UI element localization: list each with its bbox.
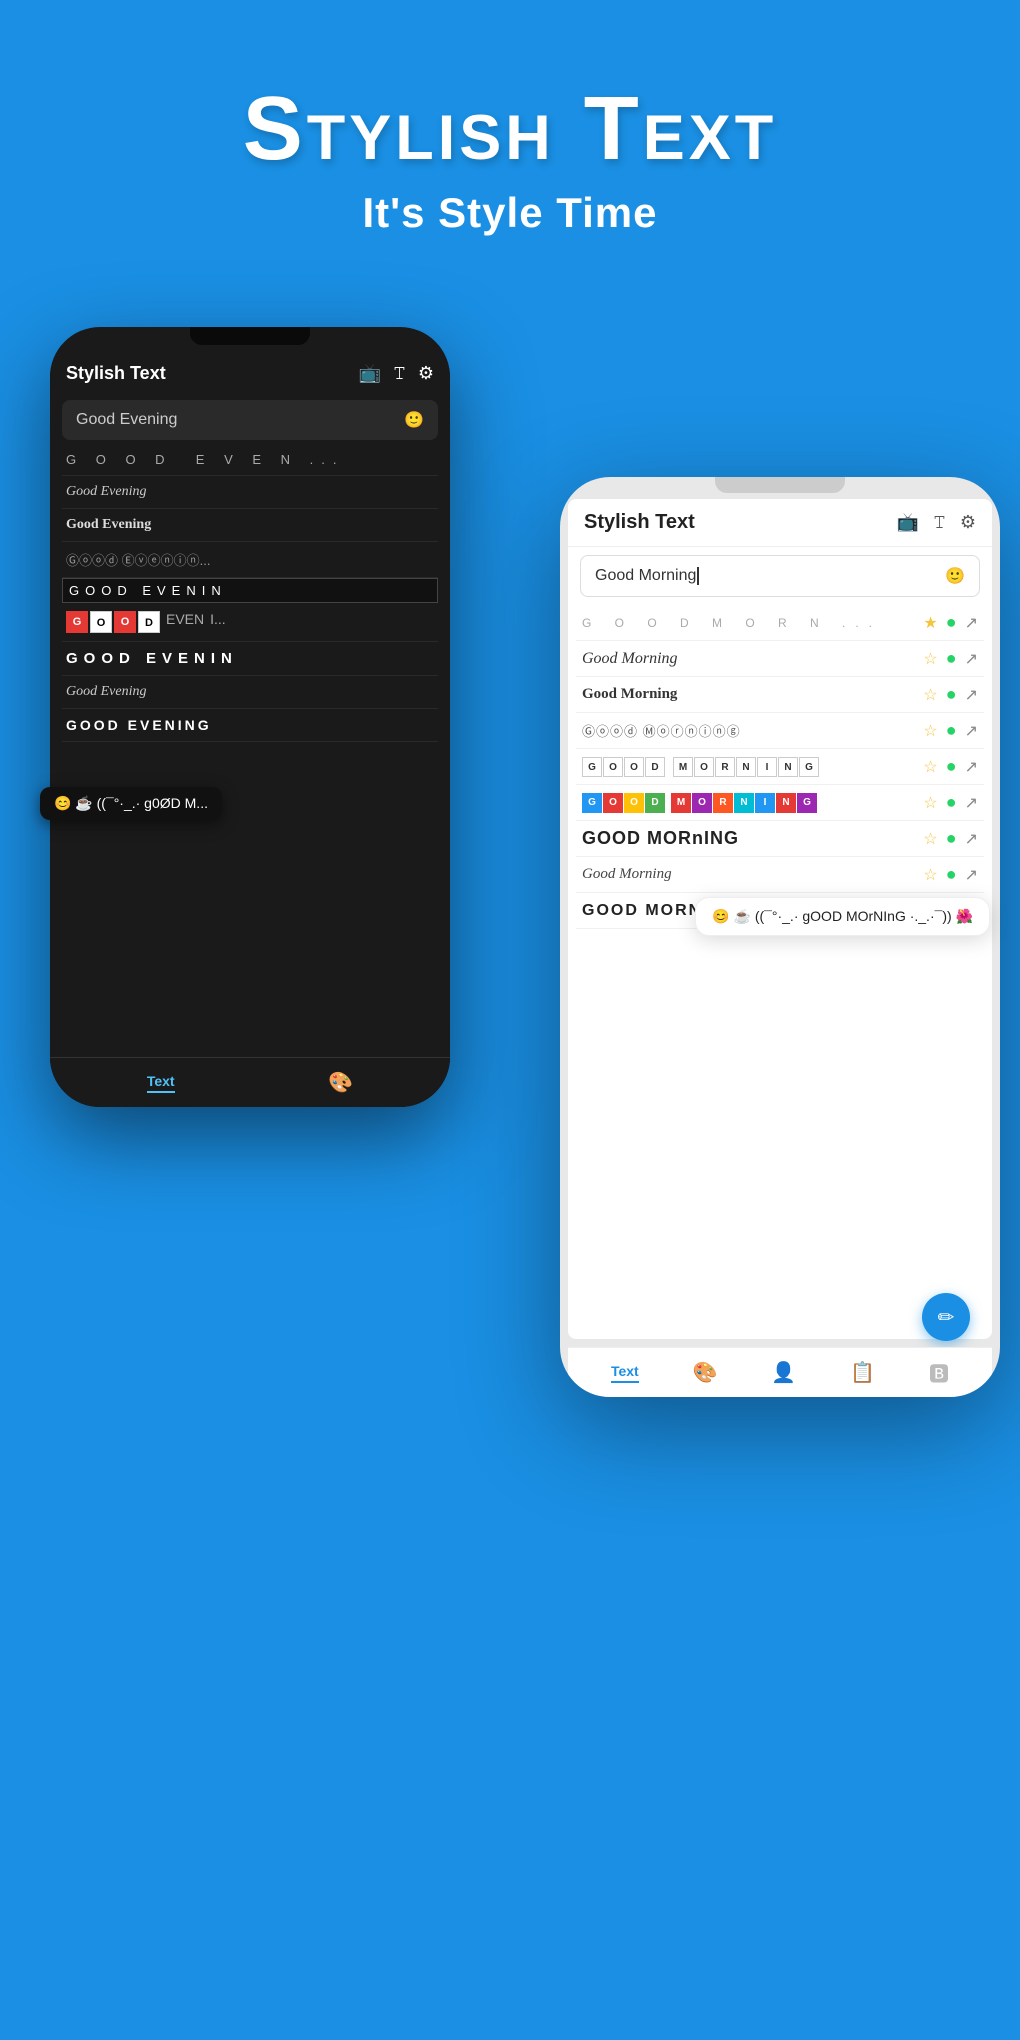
star-icon[interactable]: ☆ bbox=[923, 649, 937, 669]
light-font-icon[interactable]: 𝚃 bbox=[933, 512, 946, 533]
list-item[interactable]: GOOD MORnING ☆ ● ↗ bbox=[576, 821, 984, 857]
list-item[interactable]: G O O D M O R N ... ★ ● ↗ bbox=[576, 605, 984, 641]
light-app-title: Stylish Text bbox=[584, 511, 695, 534]
share-icon[interactable]: ↗ bbox=[965, 757, 978, 777]
star-icon[interactable]: ☆ bbox=[923, 793, 937, 813]
dark-bottom-bar: Text 🎨 bbox=[50, 1057, 450, 1107]
light-header: Stylish Text 📺 𝚃 ⚙ bbox=[568, 499, 992, 547]
tab-icon-4[interactable]: 🅱 bbox=[929, 1358, 949, 1387]
list-item[interactable]: GOOD EVENING bbox=[62, 709, 438, 742]
whatsapp-icon[interactable]: ● bbox=[946, 756, 957, 777]
light-text-list: G O O D M O R N ... ★ ● ↗ Good Morning ☆… bbox=[568, 605, 992, 929]
tab-text-light[interactable]: Text bbox=[611, 1363, 639, 1383]
text-actions: ☆ ● ↗ bbox=[923, 756, 978, 777]
whatsapp-icon[interactable]: ● bbox=[946, 612, 957, 633]
text-style-boxed: GOOD MORNING bbox=[582, 757, 923, 777]
star-icon[interactable]: ☆ bbox=[923, 829, 937, 849]
fab-button[interactable]: ✏ bbox=[922, 1293, 970, 1341]
phone-back-notch bbox=[190, 327, 310, 345]
text-actions: ★ ● ↗ bbox=[923, 612, 978, 633]
text-actions: ☆ ● ↗ bbox=[923, 864, 978, 885]
light-input-row[interactable]: Good Morning 🙂 bbox=[580, 555, 980, 597]
whatsapp-icon[interactable]: ● bbox=[946, 720, 957, 741]
light-bottom-bar: Text 🎨 👤 📋 🅱 bbox=[568, 1347, 992, 1397]
text-actions: ☆ ● ↗ bbox=[923, 684, 978, 705]
list-item[interactable]: Ⓖⓞⓞⓓ Ⓔⓥⓔⓝⓘⓝ... bbox=[62, 542, 438, 578]
whatsapp-icon[interactable]: ● bbox=[946, 828, 957, 849]
list-item[interactable]: GOOD EVENIN bbox=[62, 578, 438, 603]
light-input-text: Good Morning bbox=[595, 567, 699, 585]
dark-input-row[interactable]: Good Evening 🙂 bbox=[62, 400, 438, 440]
dark-header-icons: 📺 𝚃 ⚙ bbox=[359, 363, 434, 384]
text-style-circle: Ⓖⓞⓞⓓ Ⓜⓞⓡⓝⓘⓝⓖ bbox=[582, 721, 923, 740]
phone-front-notch bbox=[715, 477, 845, 493]
phone-front: Stylish Text 📺 𝚃 ⚙ Good Morning 🙂 G O O … bbox=[560, 477, 1000, 1397]
whatsapp-icon[interactable]: ● bbox=[946, 792, 957, 813]
whatsapp-icon[interactable]: ● bbox=[946, 684, 957, 705]
dark-text-list: G O O D E V E N ... Good Evening Good Ev… bbox=[50, 444, 450, 742]
text-style-italic: Good Morning bbox=[582, 650, 923, 668]
text-style-fancy: Good Morning bbox=[582, 866, 923, 883]
font-icon[interactable]: 𝚃 bbox=[393, 363, 406, 384]
text-style-large: GOOD MORnING bbox=[582, 828, 923, 849]
text-style-bold: Good Morning bbox=[582, 686, 923, 703]
list-item[interactable]: Good Morning ☆ ● ↗ bbox=[576, 857, 984, 893]
list-item[interactable]: Good Evening bbox=[62, 509, 438, 542]
star-icon[interactable]: ☆ bbox=[923, 865, 937, 885]
list-item[interactable]: GOOD MORNING ☆ ● ↗ bbox=[576, 785, 984, 821]
share-icon[interactable]: ↗ bbox=[965, 721, 978, 741]
star-icon[interactable]: ☆ bbox=[923, 721, 937, 741]
emoji-popup-light: 😊 ☕ ((¯°·_.· gOOD MOrNInG ·._.·¯)) 🌺 bbox=[695, 897, 990, 936]
list-item[interactable]: Ⓖⓞⓞⓓ Ⓜⓞⓡⓝⓘⓝⓖ ☆ ● ↗ bbox=[576, 713, 984, 749]
text-style-boxed-colored: GOOD MORNING bbox=[582, 793, 923, 813]
app-sub-title: It's Style Time bbox=[0, 189, 1020, 237]
share-icon[interactable]: ↗ bbox=[965, 685, 978, 705]
list-item[interactable]: Good Evening bbox=[62, 476, 438, 509]
share-icon[interactable]: ↗ bbox=[965, 613, 978, 633]
app-main-title: Stylish Text bbox=[0, 80, 1020, 179]
phone-back-screen: Stylish Text 📺 𝚃 ⚙ Good Evening 🙂 G O O … bbox=[50, 345, 450, 1107]
text-actions: ☆ ● ↗ bbox=[923, 648, 978, 669]
list-item[interactable]: GOOD EVENIN bbox=[62, 642, 438, 676]
settings-icon[interactable]: ⚙ bbox=[418, 363, 434, 384]
dark-header: Stylish Text 📺 𝚃 ⚙ bbox=[50, 355, 450, 392]
light-tv-icon[interactable]: 📺 bbox=[897, 512, 919, 533]
text-actions: ☆ ● ↗ bbox=[923, 828, 978, 849]
star-icon[interactable]: ☆ bbox=[923, 757, 937, 777]
tab-icon-3[interactable]: 📋 bbox=[850, 1360, 875, 1385]
list-item[interactable]: Good Morning ☆ ● ↗ bbox=[576, 641, 984, 677]
tab-icon-dark[interactable]: 🎨 bbox=[328, 1070, 353, 1095]
share-icon[interactable]: ↗ bbox=[965, 793, 978, 813]
phones-container: Stylish Text 📺 𝚃 ⚙ Good Evening 🙂 G O O … bbox=[0, 297, 1020, 1897]
whatsapp-icon[interactable]: ● bbox=[946, 864, 957, 885]
list-item[interactable]: Good Morning ☆ ● ↗ bbox=[576, 677, 984, 713]
dark-input-text: Good Evening bbox=[76, 411, 177, 429]
light-emoji-button[interactable]: 🙂 bbox=[945, 566, 965, 586]
star-icon[interactable]: ☆ bbox=[923, 685, 937, 705]
text-actions: ☆ ● ↗ bbox=[923, 792, 978, 813]
star-icon[interactable]: ★ bbox=[923, 613, 937, 633]
list-item[interactable]: Good Evening bbox=[62, 676, 438, 709]
tab-icon-2[interactable]: 👤 bbox=[771, 1360, 796, 1385]
share-icon[interactable]: ↗ bbox=[965, 865, 978, 885]
share-icon[interactable]: ↗ bbox=[965, 649, 978, 669]
share-icon[interactable]: ↗ bbox=[965, 829, 978, 849]
tab-icon-1[interactable]: 🎨 bbox=[693, 1360, 718, 1385]
list-item[interactable]: GOOD MORNING ☆ ● ↗ bbox=[576, 749, 984, 785]
whatsapp-icon[interactable]: ● bbox=[946, 648, 957, 669]
phone-back: Stylish Text 📺 𝚃 ⚙ Good Evening 🙂 G O O … bbox=[50, 327, 450, 1107]
text-actions: ☆ ● ↗ bbox=[923, 720, 978, 741]
tab-text-dark[interactable]: Text bbox=[147, 1073, 175, 1093]
light-settings-icon[interactable]: ⚙ bbox=[960, 512, 976, 533]
header: Stylish Text It's Style Time bbox=[0, 0, 1020, 277]
dark-emoji-button[interactable]: 🙂 bbox=[404, 410, 424, 430]
tv-icon[interactable]: 📺 bbox=[359, 363, 381, 384]
text-style-spaced: G O O D M O R N ... bbox=[582, 616, 923, 630]
emoji-popup-dark: 😊 ☕ ((¯°·_.· g0ØD M... bbox=[40, 787, 222, 820]
light-header-icons: 📺 𝚃 ⚙ bbox=[897, 512, 976, 533]
dark-app-title: Stylish Text bbox=[66, 363, 166, 384]
list-item[interactable]: G O O D E V E N ... bbox=[62, 444, 438, 476]
list-item[interactable]: G O O D EVENI... bbox=[62, 603, 438, 642]
